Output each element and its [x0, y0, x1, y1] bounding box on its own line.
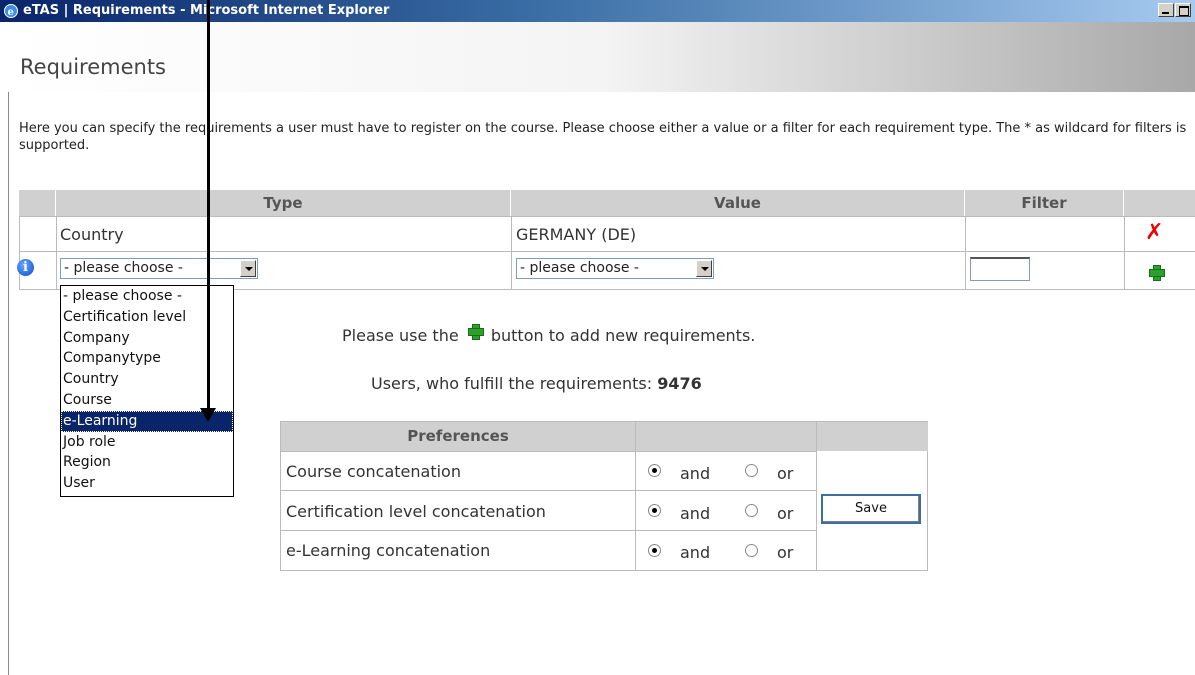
users-count-line: Users, who fulfill the requirements: 947…: [371, 374, 702, 393]
preferences-table: Preferences Course concatenation and or …: [280, 421, 928, 571]
dropdown-option[interactable]: Job role: [61, 432, 233, 453]
arrow-head-icon: [200, 408, 216, 422]
filter-input[interactable]: [970, 257, 1030, 281]
col-divider: [1124, 216, 1125, 290]
radio-and-label: and: [680, 464, 711, 483]
info-icon[interactable]: i: [17, 259, 34, 276]
radio-or-label: or: [777, 464, 794, 483]
row-divider: [19, 251, 1195, 252]
frame-border: [8, 22, 9, 675]
type-select[interactable]: - please choose -: [60, 258, 258, 279]
value-select[interactable]: - please choose -: [516, 258, 714, 279]
radio-or[interactable]: [745, 544, 758, 557]
col-divider: [56, 216, 57, 290]
hint-before: Please use the: [342, 326, 459, 345]
pref-label: Certification level concatenation: [286, 502, 546, 521]
dropdown-option[interactable]: User: [61, 473, 233, 494]
plus-icon: [467, 324, 484, 340]
header-filter: Filter: [965, 190, 1124, 216]
internet-explorer-icon: e: [4, 4, 18, 18]
pref-label: e-Learning concatenation: [286, 541, 491, 560]
preferences-header-blank: [817, 422, 928, 451]
row-divider: [281, 451, 816, 452]
page-header: Requirements: [8, 22, 1195, 92]
page-title: Requirements: [20, 55, 166, 79]
window-titlebar: e eTAS | Requirements - Microsoft Intern…: [0, 0, 1195, 22]
radio-and[interactable]: [648, 504, 661, 517]
add-hint: Please use the button to add new require…: [342, 324, 756, 345]
svg-text:e: e: [8, 7, 14, 18]
requirements-table: Type Value Filter Country GERMANY (DE) ✗…: [17, 190, 1195, 290]
chevron-down-icon[interactable]: [696, 260, 712, 277]
add-requirement-button[interactable]: [1149, 265, 1165, 281]
col-divider: [816, 422, 817, 570]
requirement-value: GERMANY (DE): [516, 225, 637, 244]
row-divider: [281, 490, 816, 491]
intro-text: Here you can specify the requirements a …: [19, 121, 1187, 153]
annotation-arrow: [207, 0, 210, 410]
radio-and[interactable]: [648, 464, 661, 477]
pref-label: Course concatenation: [286, 462, 461, 481]
users-count: 9476: [657, 374, 702, 393]
chevron-down-icon[interactable]: [240, 260, 256, 277]
radio-or[interactable]: [745, 464, 758, 477]
header-actions: [1124, 190, 1195, 216]
users-label: Users, who fulfill the requirements:: [371, 374, 653, 393]
radio-and-label: and: [680, 504, 711, 523]
col-divider: [19, 216, 20, 290]
requirement-type: Country: [60, 225, 124, 244]
preferences-header-blank: [636, 422, 816, 451]
radio-or[interactable]: [745, 504, 758, 517]
header-type: Type: [56, 190, 511, 216]
col-divider: [635, 422, 636, 570]
type-select-value: - please choose -: [64, 260, 183, 276]
radio-and[interactable]: [648, 544, 661, 557]
radio-and-label: and: [680, 543, 711, 562]
hint-after: button to add new requirements.: [490, 326, 756, 345]
radio-or-label: or: [777, 504, 794, 523]
delete-icon[interactable]: ✗: [1145, 222, 1163, 244]
col-divider: [511, 216, 512, 290]
header-value: Value: [511, 190, 965, 216]
value-select-value: - please choose -: [520, 260, 639, 276]
row-divider: [281, 530, 816, 531]
maximize-button[interactable]: [1175, 3, 1191, 17]
header-spacer: [19, 190, 56, 216]
minimize-button[interactable]: [1158, 3, 1174, 17]
radio-or-label: or: [777, 543, 794, 562]
preferences-header: Preferences: [281, 422, 635, 451]
col-divider: [965, 216, 966, 290]
row-divider: [19, 216, 1195, 217]
save-button[interactable]: Save: [821, 494, 921, 524]
dropdown-option[interactable]: Region: [61, 452, 233, 473]
